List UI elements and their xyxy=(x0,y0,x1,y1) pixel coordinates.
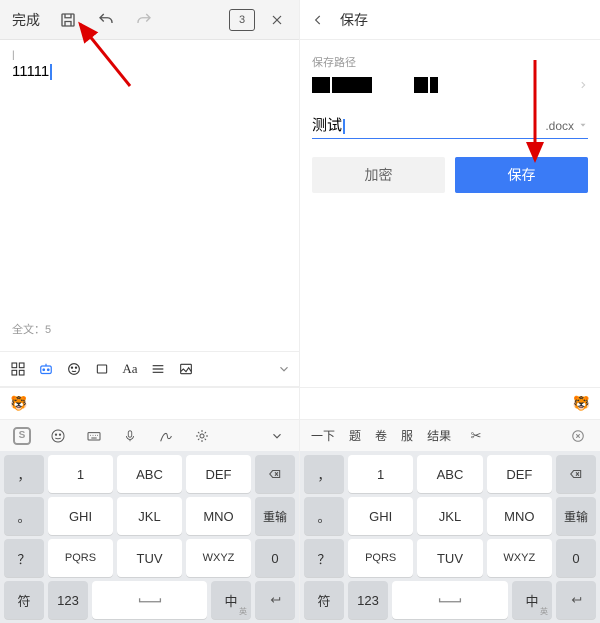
keyboard-emoji-row: 🐯 xyxy=(0,387,299,419)
key-space[interactable] xyxy=(92,581,207,619)
redo-icon[interactable] xyxy=(128,4,160,36)
tiger-emoji: 🐯 xyxy=(10,395,27,412)
chevron-right-icon xyxy=(578,80,588,90)
key-def[interactable]: DEF xyxy=(487,455,552,493)
shape-icon[interactable] xyxy=(92,359,112,379)
key-enter[interactable] xyxy=(255,581,295,619)
format-toolbar: Aa xyxy=(0,351,299,387)
key-question[interactable]: ？ xyxy=(304,539,344,577)
key-1[interactable]: 1 xyxy=(348,455,413,493)
document-text: 11111 xyxy=(12,63,49,80)
key-ghi[interactable]: GHI xyxy=(48,497,113,535)
key-pqrs[interactable]: PQRS xyxy=(48,539,113,577)
candidate-row: 一下 题 卷 服 结果 ✂ xyxy=(300,419,600,451)
candidate-5[interactable]: 结果 xyxy=(422,424,456,448)
word-count: 全文：5 xyxy=(12,317,287,341)
keyboard-grid-right: ， 1 ABC DEF 。 GHI JKL MNO 重输 ？ PQRS TUV … xyxy=(300,451,600,623)
key-123[interactable]: 123 xyxy=(48,581,88,619)
filename-input[interactable]: 测试 xyxy=(312,114,545,135)
key-1[interactable]: 1 xyxy=(48,455,113,493)
tiger-emoji: 🐯 xyxy=(573,395,590,412)
key-symbol[interactable]: 符 xyxy=(304,581,344,619)
key-tuv[interactable]: TUV xyxy=(117,539,182,577)
extension-dropdown-icon[interactable] xyxy=(578,120,588,130)
key-period[interactable]: 。 xyxy=(4,497,44,535)
keyboard-emoji-row-right: 🐯 xyxy=(300,387,600,419)
candidate-1[interactable]: 一下 xyxy=(306,424,340,448)
assistant-icon[interactable] xyxy=(36,359,56,379)
close-candidates-icon[interactable] xyxy=(562,424,594,448)
save-title: 保存 xyxy=(340,10,368,30)
key-reinput[interactable]: 重输 xyxy=(255,497,295,535)
key-tuv[interactable]: TUV xyxy=(417,539,482,577)
collapse-keyboard-icon[interactable] xyxy=(261,424,293,448)
key-enter[interactable] xyxy=(556,581,596,619)
key-abc[interactable]: ABC xyxy=(417,455,482,493)
save-button[interactable]: 保存 xyxy=(455,157,588,193)
handwrite-icon[interactable] xyxy=(150,424,182,448)
key-lang-toggle[interactable]: 中英 xyxy=(211,581,251,619)
keyboard-grid: ， 1 ABC DEF 。 GHI JKL MNO 重输 ？ PQRS TUV … xyxy=(0,451,299,623)
key-0[interactable]: 0 xyxy=(556,539,596,577)
document-area[interactable]: | 11111 全文：5 xyxy=(0,40,299,351)
doc-corner-marker: | xyxy=(12,50,287,61)
candidate-3[interactable]: 卷 xyxy=(370,424,392,448)
key-0[interactable]: 0 xyxy=(255,539,295,577)
keyboard-tool-row: S xyxy=(0,419,299,451)
font-icon[interactable]: Aa xyxy=(120,359,140,379)
key-comma[interactable]: ， xyxy=(304,455,344,493)
encrypt-button[interactable]: 加密 xyxy=(312,157,445,193)
key-wxyz[interactable]: WXYZ xyxy=(487,539,552,577)
key-backspace[interactable] xyxy=(255,455,295,493)
chevron-down-icon[interactable] xyxy=(277,362,291,376)
key-mno[interactable]: MNO xyxy=(186,497,251,535)
mic-icon[interactable] xyxy=(114,424,146,448)
path-row[interactable] xyxy=(312,74,588,96)
undo-icon[interactable] xyxy=(90,4,122,36)
key-mno[interactable]: MNO xyxy=(487,497,552,535)
save-topbar: 保存 xyxy=(300,0,600,40)
image-icon[interactable] xyxy=(176,359,196,379)
key-backspace[interactable] xyxy=(556,455,596,493)
sogou-logo-icon[interactable]: S xyxy=(6,424,38,448)
scissors-icon[interactable]: ✂ xyxy=(460,424,492,448)
key-def[interactable]: DEF xyxy=(186,455,251,493)
key-jkl[interactable]: JKL xyxy=(417,497,482,535)
key-period[interactable]: 。 xyxy=(304,497,344,535)
file-extension: .docx xyxy=(545,119,574,133)
key-pqrs[interactable]: PQRS xyxy=(348,539,413,577)
emoji-icon[interactable] xyxy=(42,424,74,448)
back-icon[interactable] xyxy=(306,13,330,27)
path-label: 保存路径 xyxy=(312,54,588,70)
key-comma[interactable]: ， xyxy=(4,455,44,493)
key-ghi[interactable]: GHI xyxy=(348,497,413,535)
editor-topbar: 完成 3 xyxy=(0,0,299,40)
key-lang-toggle[interactable]: 中英 xyxy=(512,581,552,619)
key-space[interactable] xyxy=(392,581,508,619)
list-icon[interactable] xyxy=(148,359,168,379)
brush-icon[interactable] xyxy=(64,359,84,379)
grid-icon[interactable] xyxy=(8,359,28,379)
settings-icon[interactable] xyxy=(186,424,218,448)
keyboard-icon[interactable] xyxy=(78,424,110,448)
path-redacted xyxy=(312,77,438,93)
done-button[interactable]: 完成 xyxy=(6,10,46,30)
close-icon[interactable] xyxy=(261,4,293,36)
key-123[interactable]: 123 xyxy=(348,581,388,619)
key-symbol[interactable]: 符 xyxy=(4,581,44,619)
key-reinput[interactable]: 重输 xyxy=(556,497,596,535)
candidate-2[interactable]: 题 xyxy=(344,424,366,448)
page-indicator[interactable]: 3 xyxy=(229,9,255,31)
key-question[interactable]: ？ xyxy=(4,539,44,577)
filename-row[interactable]: 测试 .docx xyxy=(312,114,588,139)
key-jkl[interactable]: JKL xyxy=(117,497,182,535)
candidate-4[interactable]: 服 xyxy=(396,424,418,448)
key-abc[interactable]: ABC xyxy=(117,455,182,493)
save-icon[interactable] xyxy=(52,4,84,36)
text-cursor xyxy=(50,64,52,80)
key-wxyz[interactable]: WXYZ xyxy=(186,539,251,577)
